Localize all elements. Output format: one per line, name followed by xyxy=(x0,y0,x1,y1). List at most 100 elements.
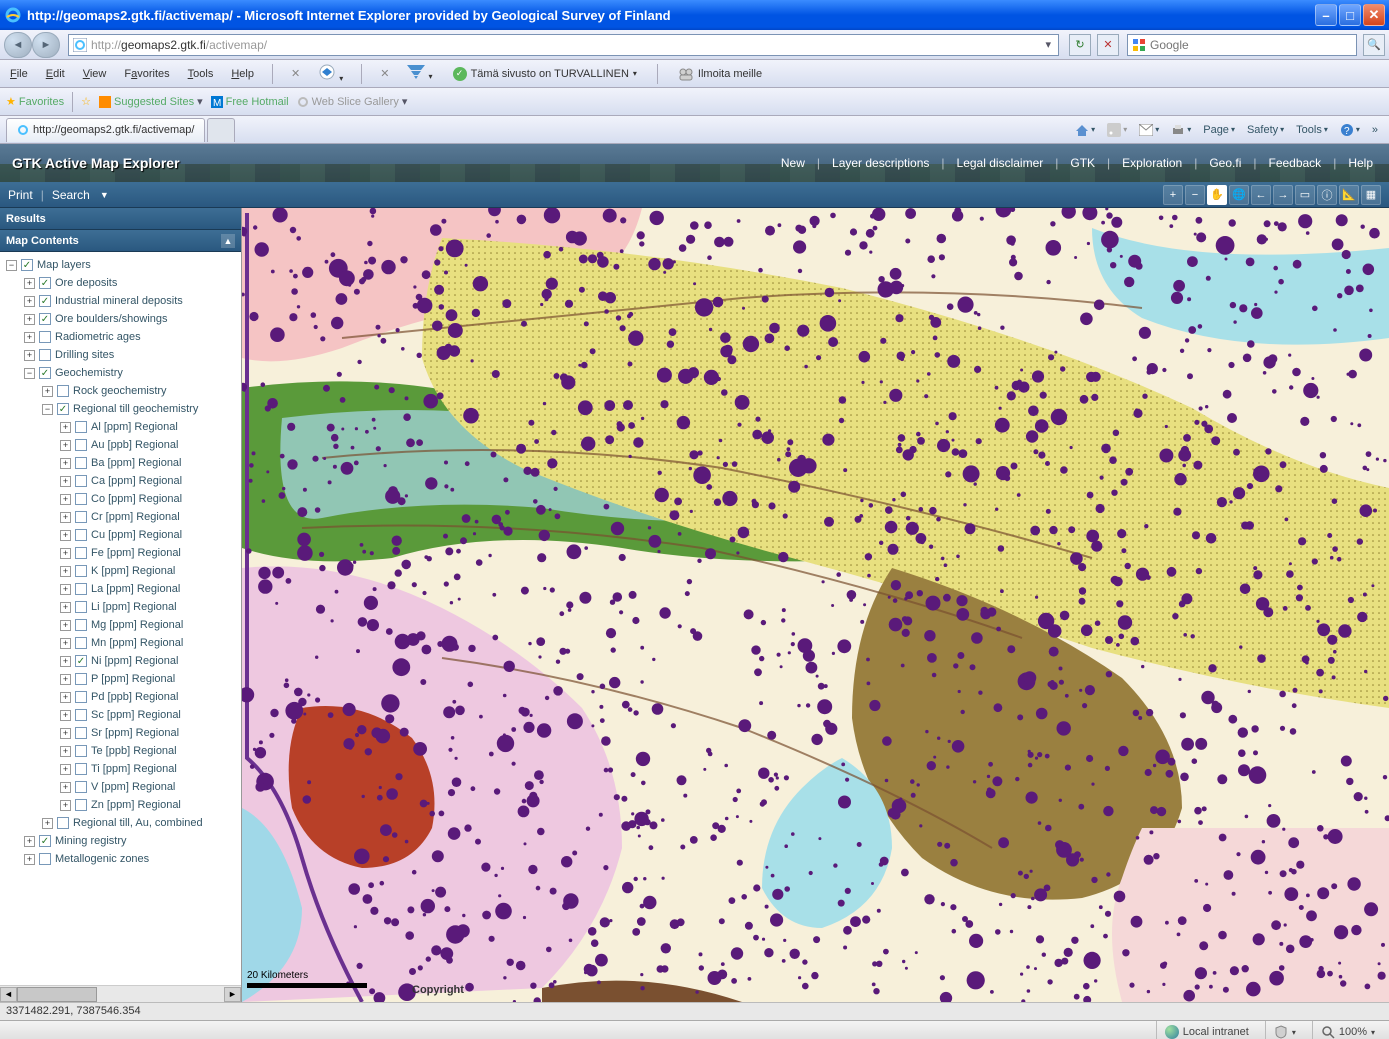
toolbar-ext-icon1[interactable]: ▾ xyxy=(314,61,347,86)
close-button[interactable]: ✕ xyxy=(1363,4,1385,26)
layer-link[interactable]: Li [ppm] Regional xyxy=(91,601,177,613)
safety-status[interactable]: ✓ Tämä sivusto on TURVALLINEN ▾ xyxy=(447,65,643,83)
tree-toggle[interactable]: − xyxy=(24,368,35,379)
tree-toggle[interactable]: − xyxy=(6,260,17,271)
layer-checkbox[interactable] xyxy=(39,853,51,865)
identify-button[interactable]: ⓘ xyxy=(1317,185,1337,205)
protected-mode[interactable]: ▾ xyxy=(1265,1021,1304,1039)
layer-checkbox[interactable] xyxy=(39,313,51,325)
layer-link[interactable]: Zn [ppm] Regional xyxy=(91,799,181,811)
layer-link[interactable]: V [ppm] Regional xyxy=(91,781,175,793)
tree-toggle[interactable]: + xyxy=(60,602,71,613)
layer-link[interactable]: Mining registry xyxy=(55,835,127,847)
layer-checkbox[interactable] xyxy=(21,259,33,271)
layer-checkbox[interactable] xyxy=(75,673,87,685)
minimize-button[interactable]: – xyxy=(1315,4,1337,26)
mail-button[interactable]: ▾ xyxy=(1134,122,1164,138)
layer-link[interactable]: Ca [ppm] Regional xyxy=(91,475,182,487)
contents-panel-header[interactable]: Map Contents ▲ xyxy=(0,230,241,252)
zoom-control[interactable]: 100% ▾ xyxy=(1312,1021,1383,1039)
layer-link[interactable]: K [ppm] Regional xyxy=(91,565,175,577)
web-slice-gallery[interactable]: Web Slice Gallery▾ xyxy=(297,95,408,108)
scroll-right-button[interactable]: ► xyxy=(224,987,241,1002)
toolbar-ext-close2[interactable]: ✕ xyxy=(376,65,393,82)
header-link[interactable]: Legal disclaimer xyxy=(953,156,1048,170)
layer-checkbox[interactable] xyxy=(57,385,69,397)
layer-checkbox[interactable] xyxy=(39,835,51,847)
suggested-sites[interactable]: Suggested Sites▾ xyxy=(99,95,203,108)
safety-menu[interactable]: Safety▾ xyxy=(1242,122,1289,138)
zoom-in-button[interactable]: + xyxy=(1163,185,1183,205)
layer-checkbox[interactable] xyxy=(75,439,87,451)
layer-link[interactable]: Fe [ppm] Regional xyxy=(91,547,181,559)
layer-link[interactable]: Ore boulders/showings xyxy=(55,313,168,325)
layer-checkbox[interactable] xyxy=(75,457,87,469)
new-tab-button[interactable] xyxy=(207,118,235,142)
layer-link[interactable]: Co [ppm] Regional xyxy=(91,493,182,505)
layer-link[interactable]: Te [ppb] Regional xyxy=(91,745,177,757)
search-go-button[interactable]: 🔍 xyxy=(1363,34,1385,56)
layer-checkbox[interactable] xyxy=(75,637,87,649)
layer-link[interactable]: Regional till geochemistry xyxy=(73,403,198,415)
layer-checkbox[interactable] xyxy=(75,799,87,811)
layer-checkbox[interactable] xyxy=(75,565,87,577)
layer-checkbox[interactable] xyxy=(39,331,51,343)
browser-tab[interactable]: http://geomaps2.gtk.fi/activemap/ xyxy=(6,118,205,142)
tree-toggle[interactable]: + xyxy=(24,296,35,307)
header-link[interactable]: Help xyxy=(1344,156,1377,170)
layer-link[interactable]: Cu [ppm] Regional xyxy=(91,529,182,541)
forward-button[interactable]: ► xyxy=(32,32,60,58)
layer-checkbox[interactable] xyxy=(39,277,51,289)
layer-link[interactable]: Sc [ppm] Regional xyxy=(91,709,181,721)
layer-link[interactable]: Radiometric ages xyxy=(55,331,141,343)
tree-toggle[interactable]: + xyxy=(60,458,71,469)
tree-toggle[interactable]: + xyxy=(60,494,71,505)
layer-link[interactable]: Pd [ppb] Regional xyxy=(91,691,178,703)
feeds-button[interactable]: ▾ xyxy=(1102,121,1132,139)
tree-toggle[interactable]: + xyxy=(24,278,35,289)
search-link[interactable]: Search xyxy=(52,188,90,202)
menu-edit[interactable]: Edit xyxy=(42,66,69,82)
menu-file[interactable]: File xyxy=(6,66,32,82)
results-panel-header[interactable]: Results xyxy=(0,208,241,230)
scroll-left-button[interactable]: ◄ xyxy=(0,987,17,1002)
layer-link[interactable]: Al [ppm] Regional xyxy=(91,421,178,433)
layer-checkbox[interactable] xyxy=(39,367,51,379)
tree-toggle[interactable]: + xyxy=(60,728,71,739)
tree-toggle[interactable]: + xyxy=(60,566,71,577)
layer-checkbox[interactable] xyxy=(75,655,87,667)
layer-checkbox[interactable] xyxy=(75,421,87,433)
back-button[interactable]: ◄ xyxy=(4,32,32,58)
layer-checkbox[interactable] xyxy=(75,583,87,595)
address-dropdown-icon[interactable]: ▾ xyxy=(1042,38,1054,51)
tree-toggle[interactable]: + xyxy=(60,620,71,631)
layer-checkbox[interactable] xyxy=(75,619,87,631)
tree-toggle[interactable]: + xyxy=(60,548,71,559)
search-input[interactable] xyxy=(1150,38,1352,52)
map-canvas[interactable]: 20 Kilometers Copyright xyxy=(242,208,1389,1002)
layer-link[interactable]: Geochemistry xyxy=(55,367,123,379)
tree-toggle[interactable]: + xyxy=(60,800,71,811)
tree-toggle[interactable]: + xyxy=(60,656,71,667)
next-extent-button[interactable]: → xyxy=(1273,185,1293,205)
layer-link[interactable]: Ti [ppm] Regional xyxy=(91,763,177,775)
layer-checkbox[interactable] xyxy=(57,817,69,829)
layer-link[interactable]: La [ppm] Regional xyxy=(91,583,180,595)
maximize-button[interactable]: □ xyxy=(1339,4,1361,26)
layer-link[interactable]: P [ppm] Regional xyxy=(91,673,175,685)
header-link[interactable]: Exploration xyxy=(1118,156,1186,170)
scroll-thumb[interactable] xyxy=(17,987,97,1002)
layer-link[interactable]: Ba [ppm] Regional xyxy=(91,457,182,469)
toolbar-ext-icon2[interactable]: ▾ xyxy=(403,63,436,84)
header-link[interactable]: Geo.fi xyxy=(1205,156,1245,170)
layer-checkbox[interactable] xyxy=(75,763,87,775)
add-fav-button[interactable]: ☆ xyxy=(81,95,91,108)
tree-toggle[interactable]: − xyxy=(42,404,53,415)
layer-checkbox[interactable] xyxy=(39,295,51,307)
menu-favorites[interactable]: Favorites xyxy=(120,66,173,82)
search-dropdown-icon[interactable]: ▼ xyxy=(100,190,109,200)
collapse-icon[interactable]: ▲ xyxy=(221,234,235,248)
pan-button[interactable]: ✋ xyxy=(1207,185,1227,205)
tree-toggle[interactable]: + xyxy=(60,782,71,793)
layer-checkbox[interactable] xyxy=(75,493,87,505)
